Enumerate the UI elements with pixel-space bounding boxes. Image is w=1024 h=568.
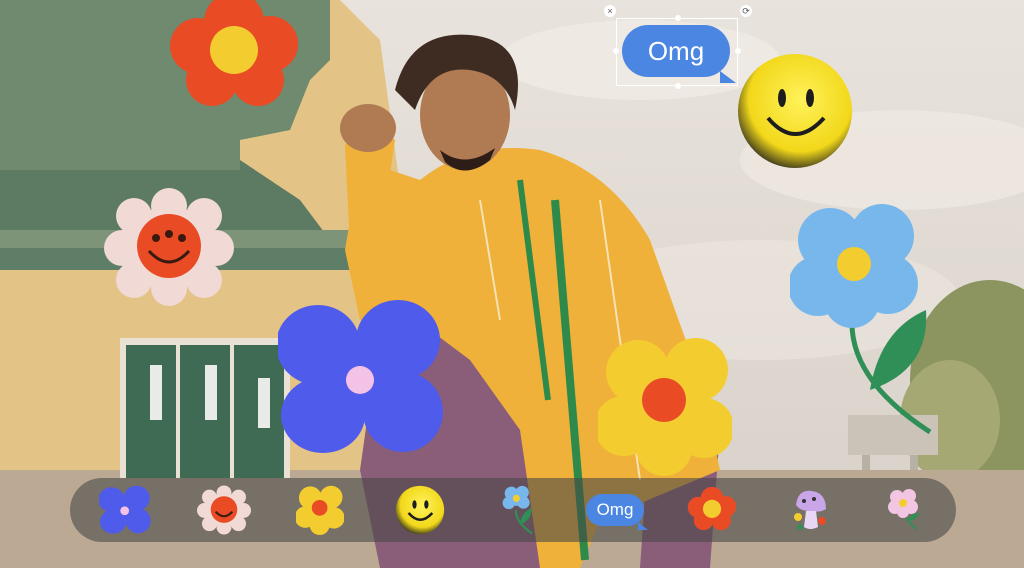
tray-item-blue-flower[interactable] xyxy=(95,478,155,542)
tray-item-yellow-flower[interactable] xyxy=(290,478,350,542)
omg-bubble-icon: Omg xyxy=(585,494,649,530)
omg-bubble-label: Omg xyxy=(596,500,634,519)
sticker-tray: Omg xyxy=(70,478,956,542)
blue-flower-sticker[interactable] xyxy=(278,300,444,455)
tray-item-smiling-daisy[interactable] xyxy=(194,478,254,542)
red-flower-sticker[interactable] xyxy=(168,0,300,106)
pink-flower-stem-icon xyxy=(888,489,919,530)
yellow-flower-icon xyxy=(296,485,344,535)
tray-item-pink-flower-stem[interactable] xyxy=(875,478,935,542)
tray-item-red-flower[interactable] xyxy=(682,478,742,542)
tray-item-smiley-face[interactable] xyxy=(390,478,450,542)
smiling-daisy-sticker[interactable] xyxy=(104,188,234,306)
resize-handle-top[interactable] xyxy=(675,15,681,21)
tray-item-blue-flower-stem[interactable] xyxy=(488,478,548,542)
sky-blue-flower-sticker[interactable] xyxy=(790,200,934,440)
blue-flower-icon xyxy=(99,485,151,534)
omg-text: Omg xyxy=(647,35,705,66)
omg-speech-bubble-sticker[interactable]: Omg xyxy=(622,25,736,83)
rotate-sticker-button[interactable]: ⟳ xyxy=(740,5,752,17)
smiling-daisy-icon xyxy=(197,485,251,535)
blue-flower-stem-icon xyxy=(502,485,533,535)
purple-mushroom-icon xyxy=(794,490,826,530)
delete-sticker-button[interactable]: × xyxy=(604,5,616,17)
resize-handle-bottom[interactable] xyxy=(675,83,681,89)
tray-item-purple-mushroom[interactable] xyxy=(780,478,840,542)
red-flower-icon xyxy=(687,487,737,531)
smiley-face-icon xyxy=(395,485,445,535)
tray-item-omg-bubble[interactable]: Omg xyxy=(575,478,655,542)
resize-handle-right[interactable] xyxy=(735,48,741,54)
yellow-flower-sticker[interactable] xyxy=(598,336,732,476)
smiley-face-sticker[interactable] xyxy=(736,52,854,170)
resize-handle-left[interactable] xyxy=(613,48,619,54)
